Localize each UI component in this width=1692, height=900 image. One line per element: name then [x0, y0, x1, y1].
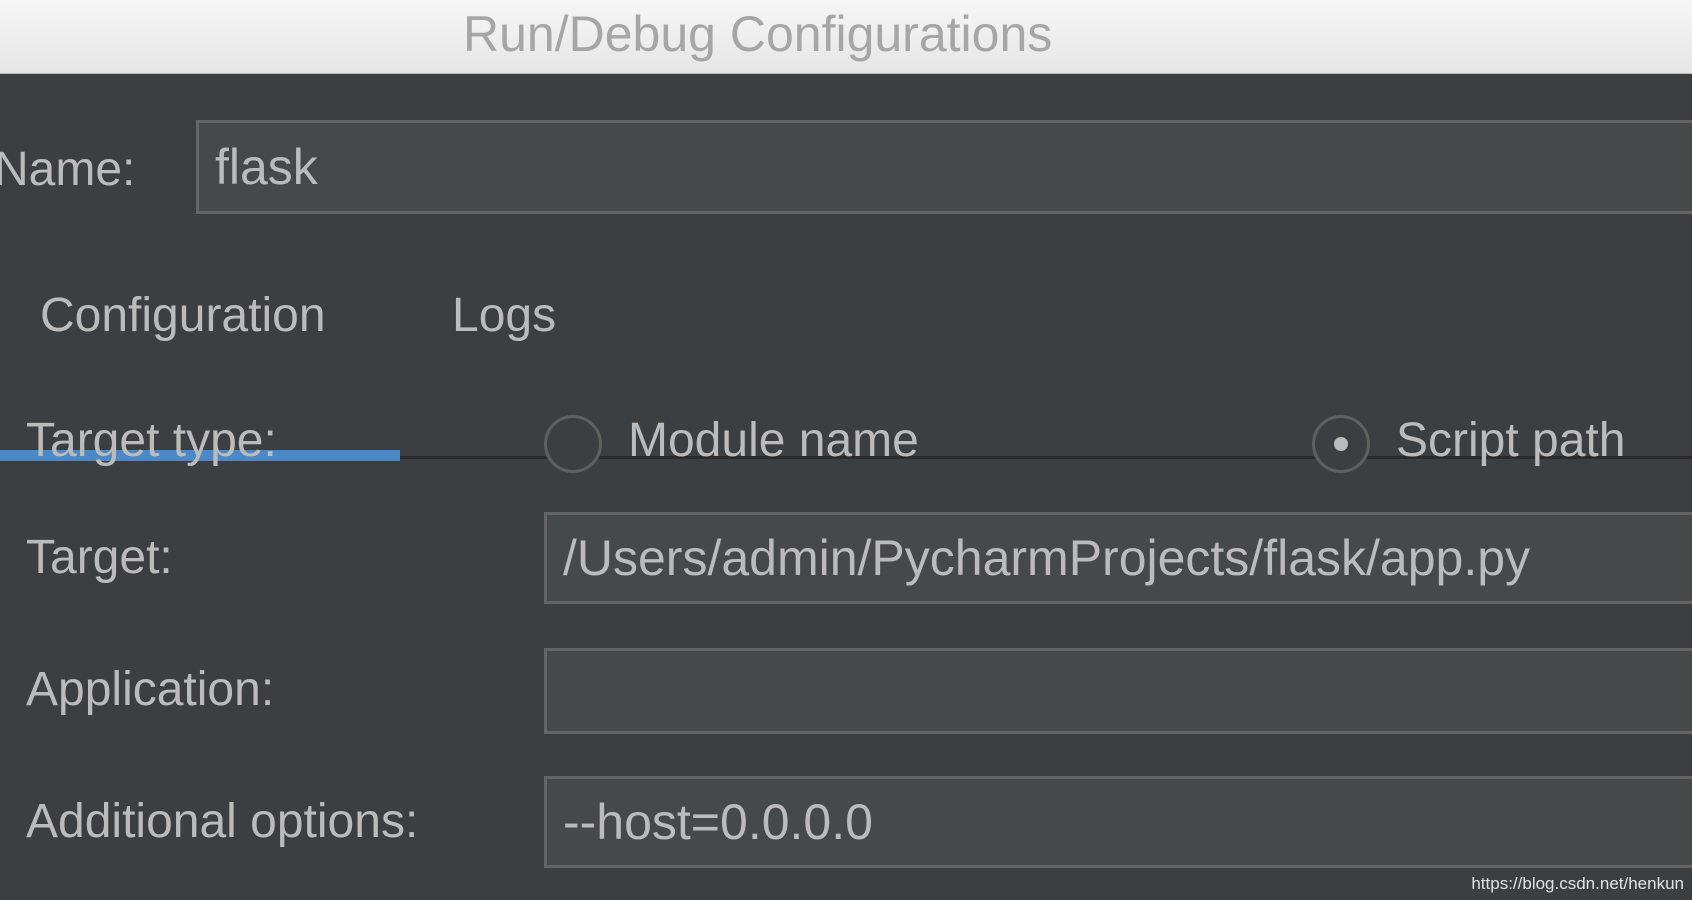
- name-input[interactable]: flask: [196, 120, 1692, 214]
- window-title: Run/Debug Configurations: [463, 6, 1053, 62]
- tab-configuration[interactable]: Configuration: [40, 288, 326, 344]
- run-debug-dialog: Name: flask Configuration Logs Target ty…: [0, 74, 1692, 900]
- module-name-label[interactable]: Module name: [628, 413, 919, 469]
- target-input[interactable]: /Users/admin/PycharmProjects/flask/app.p…: [544, 512, 1692, 604]
- radio-script-path[interactable]: [1312, 415, 1370, 473]
- target-type-label: Target type:: [26, 414, 277, 467]
- additional-options-label: Additional options:: [26, 795, 419, 848]
- tab-logs[interactable]: Logs: [452, 288, 556, 344]
- watermark: https://blog.csdn.net/henkun: [1471, 874, 1684, 893]
- window-titlebar: Run/Debug Configurations: [0, 0, 1692, 74]
- application-label: Application:: [26, 663, 275, 716]
- target-label: Target:: [26, 531, 173, 584]
- script-path-label[interactable]: Script path: [1396, 413, 1625, 469]
- additional-options-input[interactable]: --host=0.0.0.0: [544, 776, 1692, 868]
- radio-module-name[interactable]: [544, 415, 602, 473]
- name-label: Name:: [0, 143, 136, 196]
- application-input[interactable]: [544, 648, 1692, 734]
